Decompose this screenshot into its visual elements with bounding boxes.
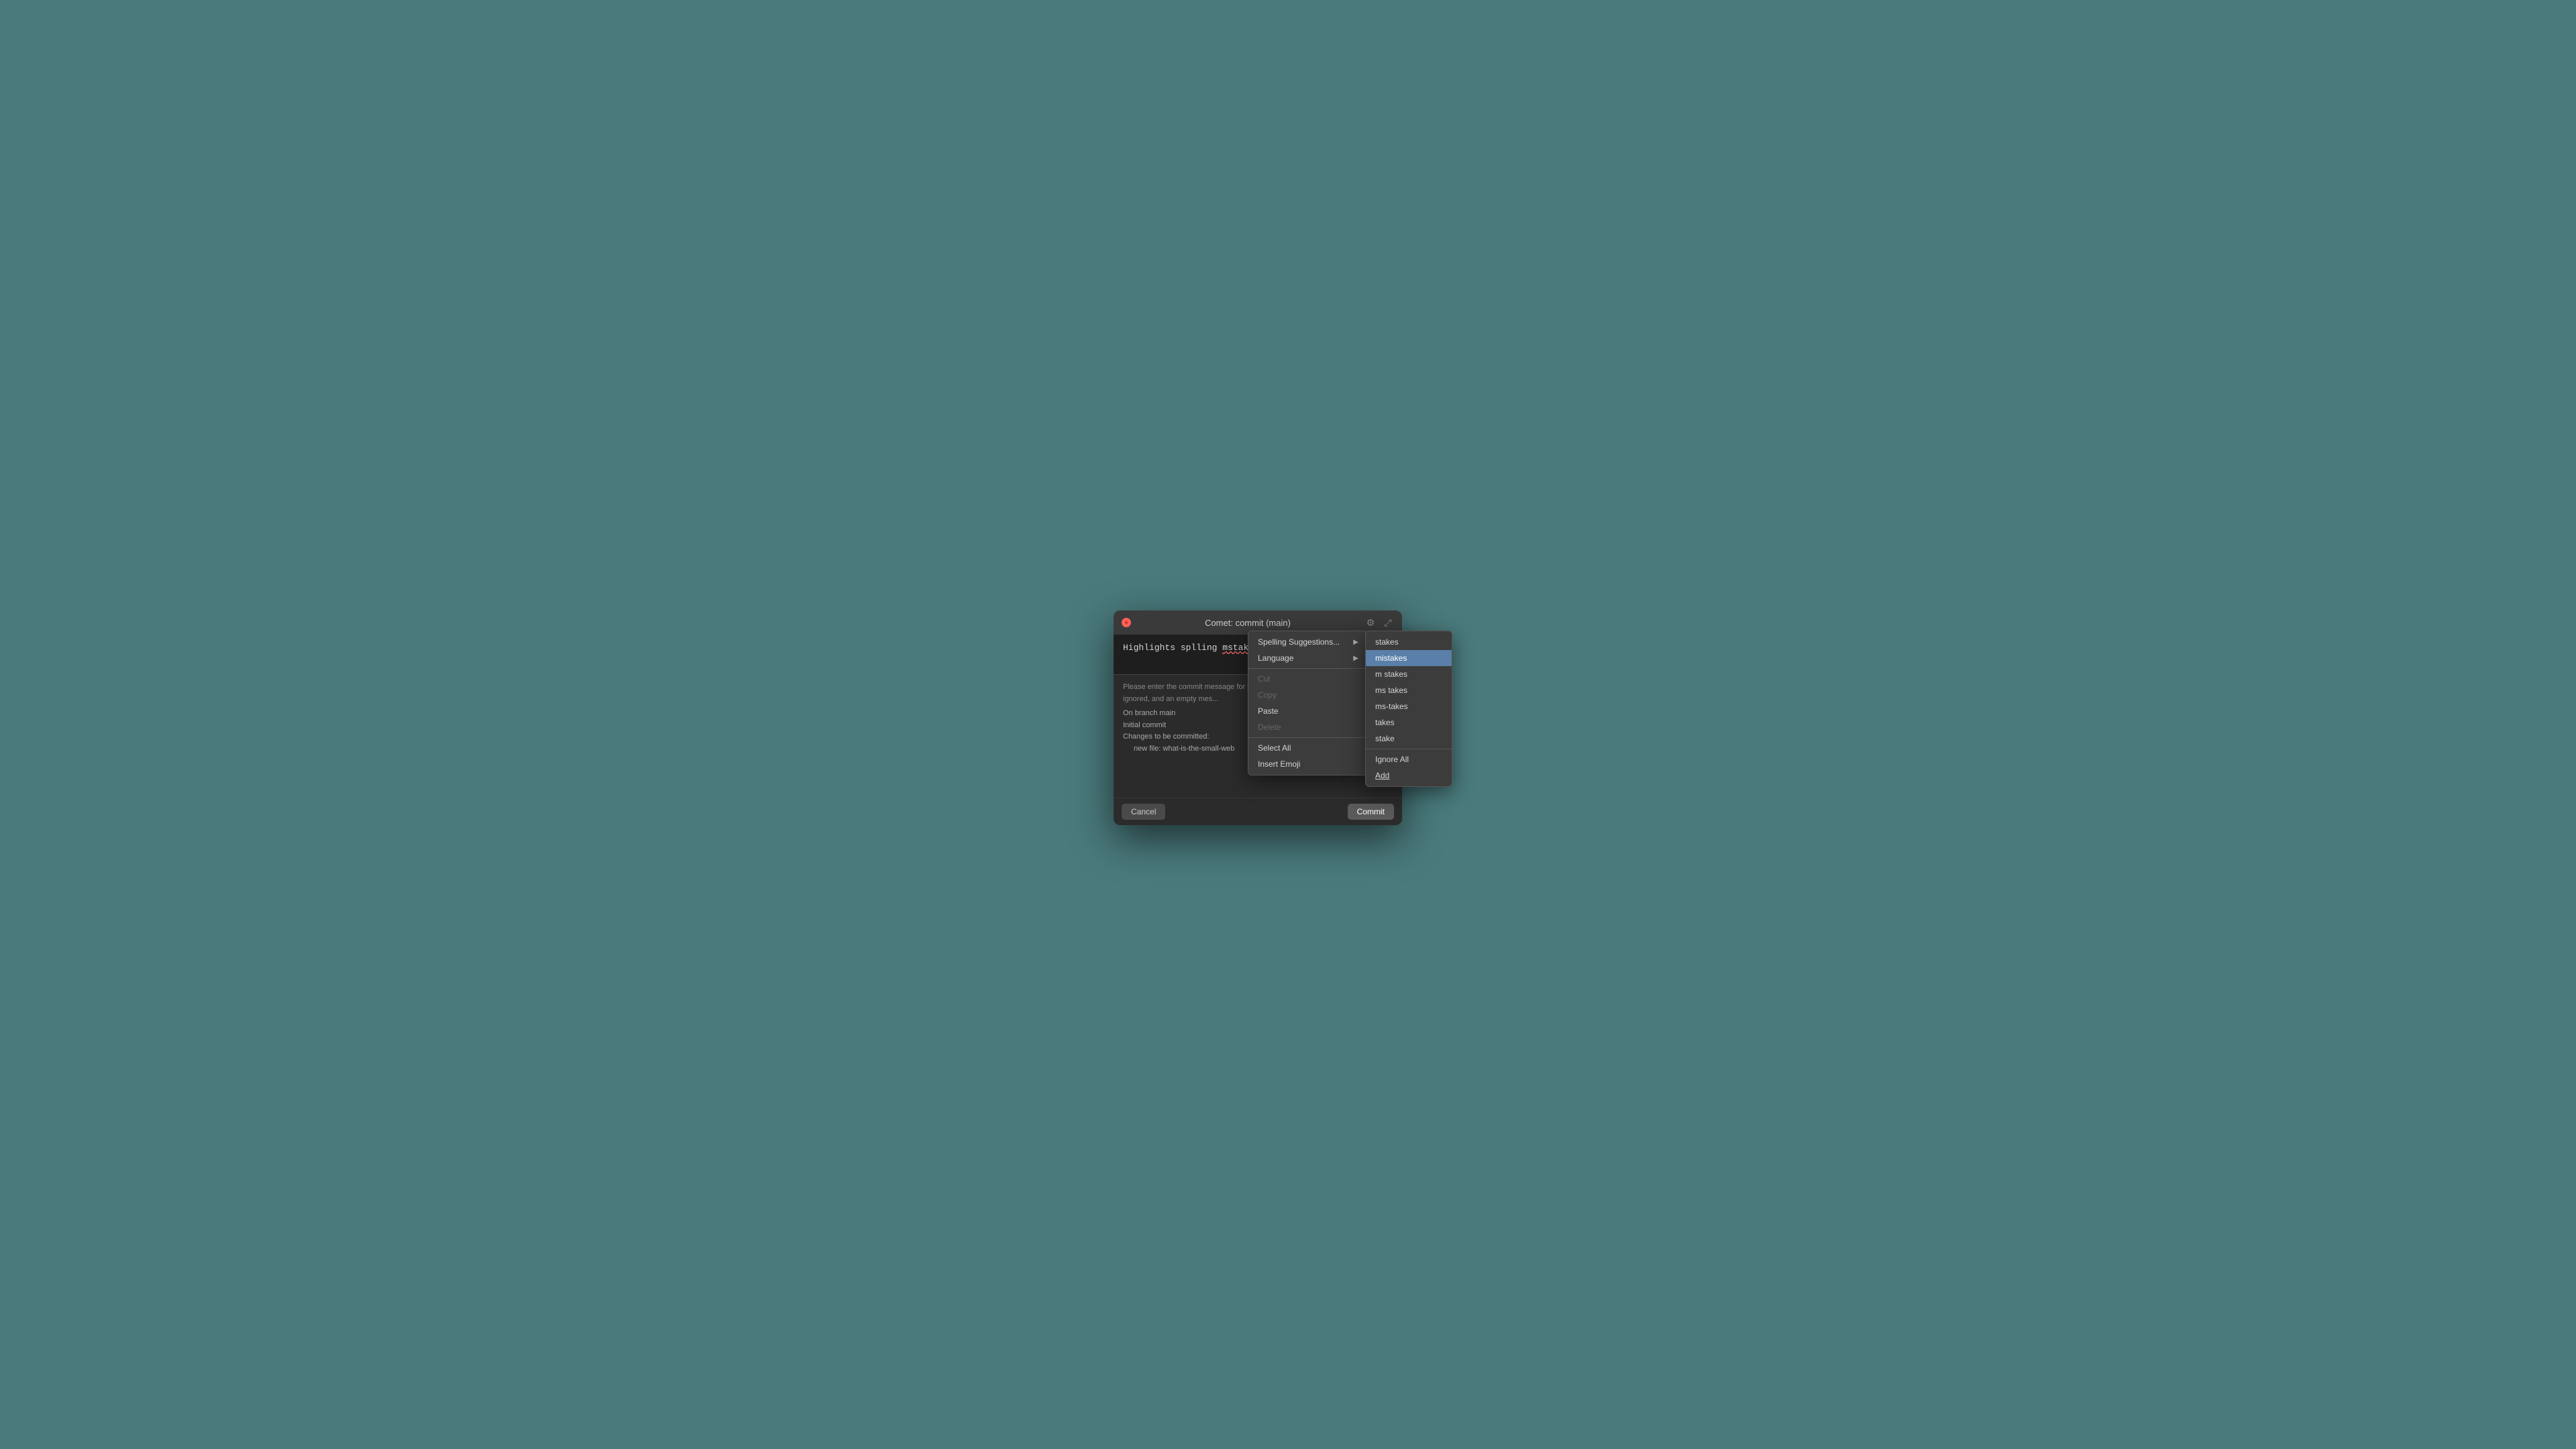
context-menu-wrapper: Spelling Suggestions... ▶ Language ▶ Cut… xyxy=(1248,631,1368,775)
menu-item-select-all[interactable]: Select All xyxy=(1248,740,1368,756)
gear-icon[interactable]: ⚙ xyxy=(1364,616,1377,629)
submenu-arrow-language: ▶ xyxy=(1353,655,1358,662)
spelling-item-stake[interactable]: stake xyxy=(1366,731,1452,747)
submenu-arrow-spelling: ▶ xyxy=(1353,639,1358,646)
menu-item-delete: Delete xyxy=(1248,719,1368,735)
misspelled-word-1-text: splling xyxy=(1181,643,1218,653)
expand-icon[interactable]: ⤢ xyxy=(1382,616,1394,629)
spelling-item-ms-takes-hyphen[interactable]: ms-takes xyxy=(1366,698,1452,714)
spelling-item-takes[interactable]: takes xyxy=(1366,714,1452,731)
titlebar-actions: ⚙ ⤢ xyxy=(1364,616,1394,629)
menu-item-cut: Cut xyxy=(1248,671,1368,687)
menu-item-copy: Copy xyxy=(1248,687,1368,703)
spelling-item-add[interactable]: Add xyxy=(1366,767,1452,784)
cancel-button[interactable]: Cancel xyxy=(1122,804,1165,820)
menu-item-paste[interactable]: Paste xyxy=(1248,703,1368,719)
context-menu-spelling: stakes mistakes m stakes ms takes ms-tak… xyxy=(1365,631,1452,787)
spelling-item-stakes[interactable]: stakes xyxy=(1366,634,1452,650)
spelling-item-mistakes[interactable]: mistakes xyxy=(1366,650,1452,666)
commit-button[interactable]: Commit xyxy=(1348,804,1394,820)
menu-item-insert-emoji[interactable]: Insert Emoji xyxy=(1248,756,1368,772)
titlebar-left: × xyxy=(1122,618,1131,627)
close-button[interactable]: × xyxy=(1122,618,1131,627)
context-menu-main: Spelling Suggestions... ▶ Language ▶ Cut… xyxy=(1248,631,1368,775)
spelling-item-m-stakes[interactable]: m stakes xyxy=(1366,666,1452,682)
menu-item-spelling-suggestions[interactable]: Spelling Suggestions... ▶ xyxy=(1248,634,1368,650)
menu-divider-1 xyxy=(1248,668,1368,669)
dialog-title: Comet: commit (main) xyxy=(1131,618,1364,628)
menu-divider-2 xyxy=(1248,737,1368,738)
dialog-footer: Cancel Commit xyxy=(1114,798,1402,825)
menu-item-language[interactable]: Language ▶ xyxy=(1248,650,1368,666)
spelling-item-ignore-all[interactable]: Ignore All xyxy=(1366,751,1452,767)
spelling-item-ms-takes[interactable]: ms takes xyxy=(1366,682,1452,698)
commit-prefix: Highlights xyxy=(1123,643,1181,653)
